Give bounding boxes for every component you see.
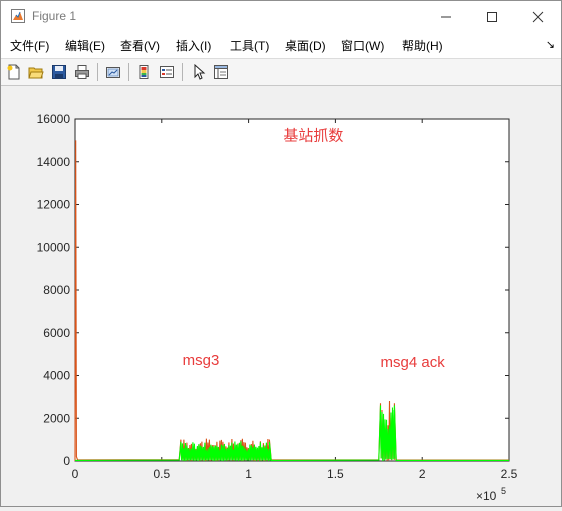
property-editor-button[interactable] — [211, 62, 231, 82]
toolbar-separator — [97, 63, 98, 81]
menu-help[interactable]: 帮助(H) — [402, 37, 443, 54]
link-plot-icon — [106, 67, 120, 78]
toolbar — [1, 59, 561, 86]
x-exponent-label: ×10 — [476, 489, 497, 503]
maximize-button[interactable] — [469, 1, 515, 32]
save-button[interactable] — [49, 62, 69, 82]
close-icon — [532, 11, 544, 22]
y-tick-label: 4000 — [43, 369, 70, 383]
plot-axes[interactable]: 0 2000 4000 6000 8000 10000 12000 14000 16000 0 0.… — [1, 86, 561, 506]
figure-window: Figure 1 文件(F) 编辑(E) 查看(V) 插入(I) 工具(T) 桌… — [0, 0, 562, 507]
menu-tools[interactable]: 工具(T) — [230, 37, 269, 54]
title-bar[interactable]: Figure 1 — [1, 1, 561, 32]
print-icon — [75, 65, 89, 79]
maximize-icon — [487, 11, 497, 22]
menu-overflow-icon[interactable]: ↘ — [546, 38, 555, 51]
insert-colorbar-button[interactable] — [134, 62, 154, 82]
save-icon — [52, 65, 66, 79]
menu-desktop[interactable]: 桌面(D) — [285, 37, 326, 54]
y-tick-label: 16000 — [37, 112, 71, 126]
x-tick-label: 0.5 — [153, 467, 170, 481]
y-tick-label: 10000 — [37, 240, 71, 254]
toolbar-separator — [128, 63, 129, 81]
y-tick-label: 0 — [63, 454, 70, 468]
matlab-icon — [11, 9, 25, 23]
menu-file[interactable]: 文件(F) — [10, 37, 49, 54]
link-plot-button[interactable] — [103, 62, 123, 82]
chart-annotation: 基站抓数 — [283, 127, 343, 144]
insert-legend-icon — [160, 66, 174, 78]
close-button[interactable] — [515, 1, 561, 32]
x-tick-label: 2.5 — [501, 467, 518, 481]
insert-legend-button[interactable] — [157, 62, 177, 82]
figure-canvas[interactable]: 0 2000 4000 6000 8000 10000 12000 14000 16000 0 0.… — [1, 86, 561, 506]
open-file-icon — [28, 67, 44, 79]
y-tick-label: 2000 — [43, 411, 70, 425]
x-tick-label: 0 — [72, 467, 79, 481]
menu-view[interactable]: 查看(V) — [120, 37, 160, 54]
new-figure-button[interactable] — [4, 62, 24, 82]
property-editor-icon — [214, 65, 228, 79]
minimize-icon — [441, 16, 451, 17]
pointer-icon — [194, 64, 206, 80]
menu-edit[interactable]: 编辑(E) — [65, 37, 105, 54]
toolbar-separator — [182, 63, 183, 81]
pointer-button[interactable] — [188, 62, 208, 82]
menu-bar: 文件(F) 编辑(E) 查看(V) 插入(I) 工具(T) 桌面(D) 窗口(W… — [1, 32, 561, 59]
x-tick-label: 1 — [245, 467, 252, 481]
print-button[interactable] — [72, 62, 92, 82]
open-file-button[interactable] — [26, 62, 46, 82]
menu-window[interactable]: 窗口(W) — [341, 37, 384, 54]
y-tick-label: 14000 — [37, 155, 71, 169]
new-figure-icon — [7, 64, 20, 80]
menu-insert[interactable]: 插入(I) — [176, 37, 211, 54]
chart-annotation: msg4 ack — [381, 354, 446, 371]
y-tick-label: 8000 — [43, 283, 70, 297]
minimize-button[interactable] — [423, 1, 469, 32]
plot-area — [74, 118, 510, 462]
y-tick-label: 6000 — [43, 326, 70, 340]
y-tick-label: 12000 — [37, 198, 71, 212]
chart-annotation: msg3 — [183, 352, 220, 369]
x-exponent-value: 5 — [501, 486, 506, 496]
window-title: Figure 1 — [32, 9, 77, 23]
x-tick-label: 2 — [419, 467, 426, 481]
x-tick-label: 1.5 — [327, 467, 344, 481]
insert-colorbar-icon — [139, 65, 149, 79]
